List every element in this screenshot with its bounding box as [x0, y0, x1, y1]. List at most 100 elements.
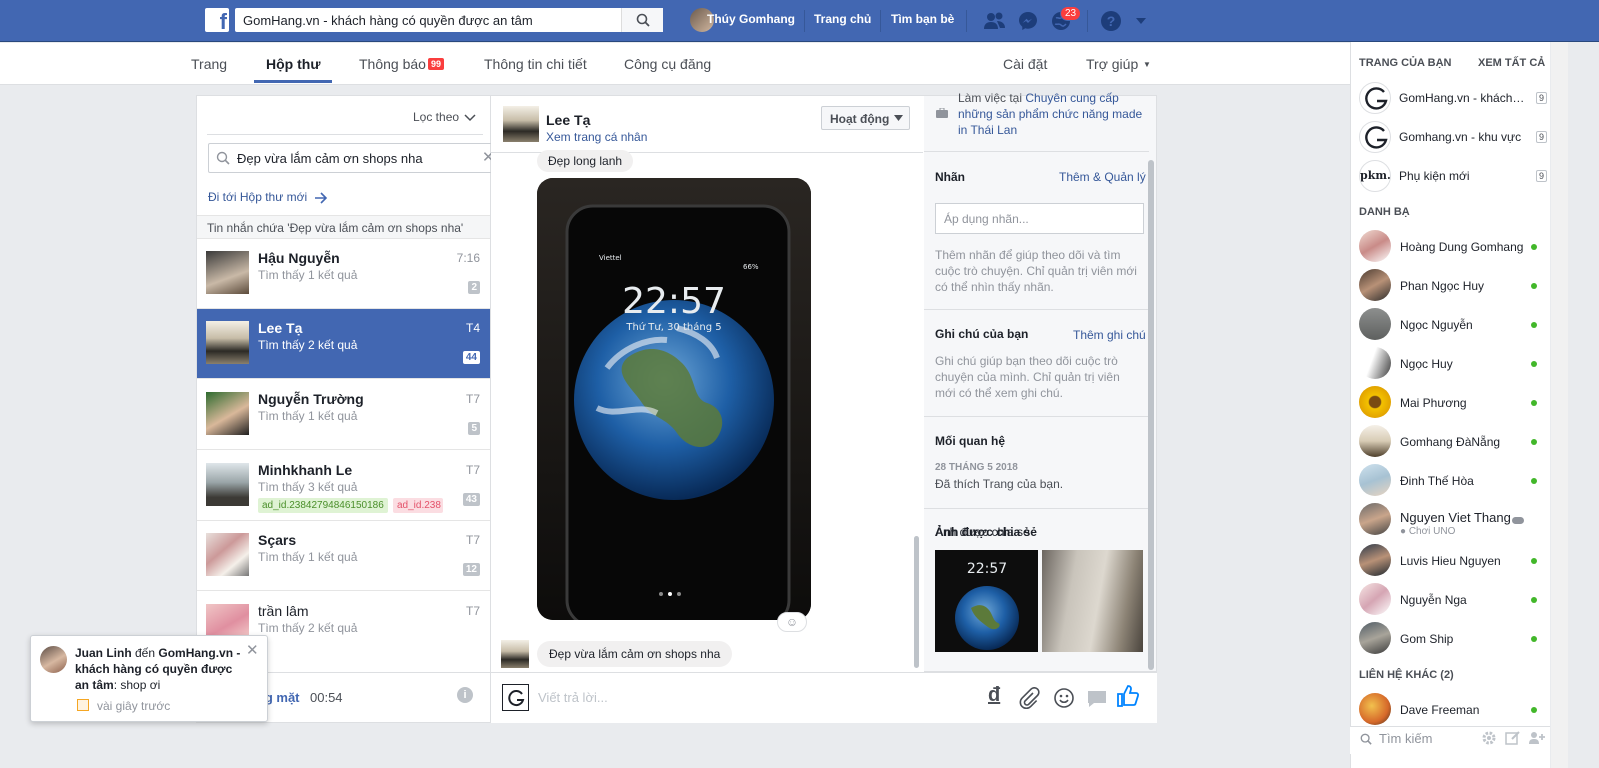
conversation-time: T7 [465, 533, 480, 547]
apply-label-input[interactable]: Áp dụng nhãn... [935, 203, 1144, 234]
sidebar-page-item[interactable]: GomHang.vn - khách hàng 9 [1359, 80, 1549, 118]
conversation-row[interactable]: Sçars Tìm thấy 1 kết quả T7 12 [197, 521, 490, 591]
notification-toast[interactable]: Juan Linh đến GomHang.vn - khách hàng có… [30, 635, 268, 722]
search-icon [216, 151, 230, 165]
contact-item[interactable]: Luvis Hieu Nguyen [1359, 541, 1549, 580]
info-panel-scrollbar[interactable] [1148, 160, 1154, 670]
compose-new-message-icon[interactable] [1505, 730, 1521, 746]
nav-divider [966, 10, 967, 32]
contact-item[interactable]: Ngọc Huy [1359, 344, 1549, 383]
shared-photo-thumbnail[interactable] [1042, 550, 1143, 652]
avatar [40, 646, 67, 673]
page-name: Phụ kiện mới [1399, 169, 1470, 183]
phone-lockscreen-photo: 22:57 Thứ Tư, 30 tháng 5 Viettel 66% [537, 178, 811, 620]
view-profile-link[interactable]: Xem trang cá nhân [546, 130, 647, 144]
message-bubble-match: Đẹp vừa lắm cảm ơn shops nha [537, 641, 733, 667]
result-count-badge: 12 [462, 563, 480, 576]
svg-text:?: ? [1107, 13, 1116, 29]
online-status-dot [1531, 322, 1537, 328]
contact-name: Dave Freeman [1400, 703, 1480, 717]
conversation-row[interactable]: Minhkhanh Le Tìm thấy 3 kết quả T7 ad_id… [197, 451, 490, 521]
other-contacts-header: LIÊN HỆ KHÁC (2) [1359, 669, 1454, 681]
emoji-smiley-icon[interactable] [1053, 687, 1075, 709]
gear-icon[interactable] [1481, 730, 1497, 746]
contact-item[interactable]: Dave Freeman [1359, 690, 1549, 729]
online-status-dot [1531, 636, 1537, 642]
nav-divider [1087, 10, 1088, 32]
conversation-snippet: Tìm thấy 2 kết quả [258, 338, 358, 352]
sidebar-search-input[interactable]: Tìm kiếm [1379, 731, 1432, 746]
conversation-snippet: Tìm thấy 2 kết quả [258, 621, 358, 635]
global-search-input[interactable]: GomHang.vn - khách hàng có quyền được an… [235, 8, 663, 32]
sidebar-page-item[interactable]: pkm. Phụ kiện mới 9 [1359, 158, 1549, 196]
home-link[interactable]: Trang chủ [814, 12, 871, 26]
messenger-icon[interactable] [1016, 9, 1040, 33]
sidebar-scrollbar[interactable] [1551, 42, 1568, 768]
find-friends-link[interactable]: Tìm bạn bè [891, 12, 954, 26]
chat-scrollbar[interactable] [914, 536, 919, 668]
see-all-pages-link[interactable]: XEM TẤT CẢ [1478, 57, 1545, 69]
notes-description: Ghi chú giúp bạn theo dõi cuộc trò chuyệ… [935, 354, 1120, 400]
contact-name[interactable]: Lee Tạ [546, 112, 590, 128]
add-note-link[interactable]: Thêm ghi chú [1073, 328, 1146, 342]
shared-photo-thumbnail[interactable]: 22:57 [935, 550, 1038, 652]
conversation-row[interactable]: Nguyễn Trường Tìm thấy 1 kết quả T7 5 [197, 380, 490, 450]
conversation-row[interactable]: Hậu Nguyễn Tìm thấy 1 kết quả 7:16 2 [197, 239, 490, 309]
conversation-time: T4 [465, 321, 480, 335]
tab-publishing-tools[interactable]: Công cụ đăng [624, 56, 711, 72]
sidebar-page-item[interactable]: Gomhang.vn - khu vực 9 [1359, 119, 1549, 157]
search-button[interactable] [621, 8, 663, 32]
contact-item[interactable]: Gomhang ĐàNẵng [1359, 422, 1549, 461]
contact-item[interactable]: Mai Phương [1359, 383, 1549, 422]
contact-item[interactable]: Ngọc Nguyễn [1359, 305, 1549, 344]
conversation-row-selected[interactable]: Lee Tạ Tìm thấy 2 kết quả T4 44 [197, 309, 490, 379]
conversation-name: Nguyễn Trường [258, 391, 364, 407]
contact-item[interactable]: Đinh Thế Hòa [1359, 461, 1549, 500]
help-icon[interactable]: ? [1099, 9, 1123, 33]
saved-replies-chat-icon[interactable] [1086, 689, 1108, 709]
settings-link[interactable]: Cài đặt [1003, 56, 1047, 72]
add-reaction-smiley-icon[interactable]: ☺ [777, 612, 807, 632]
contact-item[interactable]: Phan Ngọc Huy [1359, 266, 1549, 305]
tab-insights[interactable]: Thông tin chi tiết [484, 56, 587, 72]
shared-photos-heading: Ảnh được chia sẻ [935, 525, 1037, 539]
add-manage-labels-link[interactable]: Thêm & Quản lý [1059, 170, 1146, 184]
notifications-tab-badge: 99 [428, 58, 445, 70]
conversation-name: Sçars [258, 532, 297, 548]
user-profile-link[interactable]: Thúy Gomhang [707, 12, 795, 26]
tab-inbox[interactable]: Hộp thư [266, 56, 320, 72]
contact-avatar[interactable] [503, 106, 539, 142]
inbox-search-input[interactable]: Đẹp vừa lắm cảm ơn shops nha [208, 143, 498, 173]
thumbs-up-like-icon[interactable] [1116, 684, 1140, 708]
contact-item[interactable]: Hoàng Dung Gomhang [1359, 227, 1549, 266]
ad-id-tag[interactable]: ad_id.238 [393, 498, 443, 513]
contact-item[interactable]: Gom Ship [1359, 619, 1549, 658]
filter-dropdown[interactable]: Lọc theo [413, 110, 459, 124]
ad-id-tag[interactable]: ad_id.23842794846150186 [258, 498, 388, 513]
page-unread-count: 9 [1535, 92, 1547, 104]
your-pages-header: TRANG CỦA BẠN [1359, 57, 1452, 69]
create-group-icon[interactable] [1528, 730, 1546, 746]
result-count-badge: 5 [468, 422, 480, 435]
message-photo[interactable]: 22:57 Thứ Tư, 30 tháng 5 Viettel 66% [537, 178, 811, 620]
active-tab-indicator [254, 80, 332, 83]
chevron-down-icon [894, 115, 903, 121]
avatar [1359, 386, 1391, 418]
goto-new-inbox-link[interactable]: Đi tới Hộp thư mới [208, 190, 307, 204]
info-icon[interactable]: i [457, 687, 473, 703]
search-icon [1360, 733, 1372, 745]
contact-item[interactable]: Nguyễn Nga [1359, 580, 1549, 619]
contact-item[interactable]: Nguyen Viet Thang ● Chơi UNO [1359, 500, 1549, 539]
tab-notifications[interactable]: Thông báo [359, 56, 426, 72]
reply-input[interactable]: Viết trả lời... [538, 690, 608, 705]
payment-dong-icon[interactable]: đ [988, 684, 1000, 707]
filter-chevron-down-icon [464, 114, 476, 122]
lockscreen-carrier: Viettel [599, 254, 622, 262]
facebook-logo-icon[interactable]: f [205, 8, 229, 32]
friend-requests-icon[interactable] [983, 9, 1007, 33]
attachment-paperclip-icon[interactable] [1018, 687, 1040, 709]
close-icon[interactable]: ✕ [246, 641, 259, 659]
account-menu-chevron-down-icon[interactable] [1129, 9, 1153, 33]
help-menu[interactable]: Trợ giúp [1086, 56, 1138, 72]
tab-page[interactable]: Trang [191, 56, 227, 72]
